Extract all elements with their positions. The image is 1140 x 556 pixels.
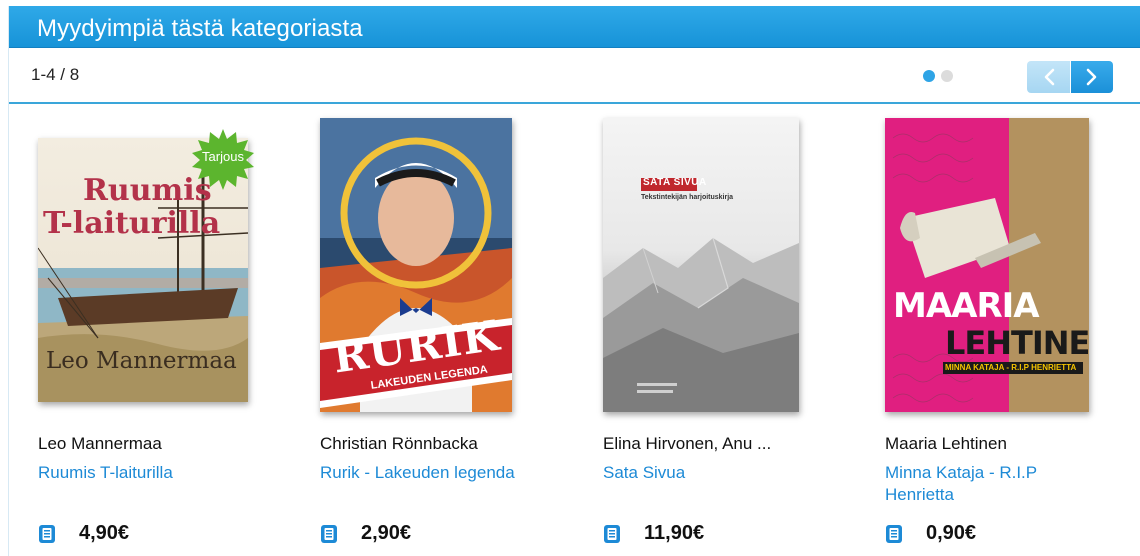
- price-row: 0,90€: [885, 522, 976, 545]
- next-button[interactable]: [1070, 61, 1113, 93]
- cover-author-last: LEHTINEN: [945, 324, 1089, 362]
- book-cover[interactable]: SATA SIVUA Tekstintekijän harjoituskirja: [603, 118, 799, 412]
- ebook-document-icon: [886, 524, 902, 543]
- previous-button[interactable]: [1027, 61, 1070, 93]
- book-title-link[interactable]: Minna Kataja - R.I.P Henrietta: [885, 462, 1085, 506]
- panel-title: Myydyimpiä tästä kategoriasta: [37, 15, 363, 42]
- book-cover[interactable]: MAARIA LEHTINEN MINNA KATAJA - R.I.P HEN…: [885, 118, 1089, 412]
- chevron-right-icon: [1086, 68, 1097, 86]
- book-author: Elina Hirvonen, Anu ...: [603, 434, 772, 453]
- book-price: 11,90€: [644, 522, 705, 544]
- price-row: 11,90€: [603, 522, 704, 545]
- carousel-nav: [1027, 61, 1113, 93]
- book-price: 4,90€: [79, 522, 130, 544]
- offer-badge: Tarjous: [192, 128, 254, 190]
- book-price: 2,90€: [361, 522, 412, 544]
- ebook-document-icon: [39, 524, 55, 543]
- price-row: 4,90€: [38, 522, 129, 545]
- page-dot-2[interactable]: [941, 70, 953, 82]
- book-title-link[interactable]: Rurik - Lakeuden legenda: [320, 462, 560, 484]
- book-author: Leo Mannermaa: [38, 434, 162, 453]
- book-author: Maaria Lehtinen: [885, 434, 1007, 453]
- cover-author: Leo Mannermaa: [46, 348, 237, 374]
- cover-title: T-laiturilla: [43, 206, 221, 241]
- offer-badge-label: Tarjous: [202, 149, 244, 164]
- cover-title: MINNA KATAJA - R.I.P HENRIETTA: [945, 363, 1077, 372]
- ebook-document-icon: [321, 524, 337, 543]
- pager-range: 1-4 / 8: [31, 65, 80, 84]
- price-row: 2,90€: [320, 522, 411, 545]
- book-price: 0,90€: [926, 522, 977, 544]
- cover-author-first: MAARIA: [893, 286, 1040, 326]
- bestsellers-panel: Myydyimpiä tästä kategoriasta 1-4 / 8 Ru…: [8, 6, 1140, 556]
- page-dots: [923, 70, 953, 82]
- ebook-document-icon: [604, 524, 620, 543]
- book-cover[interactable]: RURIK LAKEUDEN LEGENDA: [320, 118, 512, 412]
- book-title-link[interactable]: Ruumis T-laiturilla: [38, 462, 248, 484]
- book-author: Christian Rönnbacka: [320, 434, 478, 453]
- pager-bar: 1-4 / 8: [9, 48, 1140, 104]
- panel-header: Myydyimpiä tästä kategoriasta: [9, 6, 1140, 48]
- chevron-left-icon: [1044, 68, 1054, 86]
- page-dot-1[interactable]: [923, 70, 935, 82]
- cover-title: SATA SIVUA: [643, 177, 707, 188]
- book-title-link[interactable]: Sata Sivua: [603, 462, 813, 484]
- cover-subtitle: Tekstintekijän harjoituskirja: [641, 194, 734, 201]
